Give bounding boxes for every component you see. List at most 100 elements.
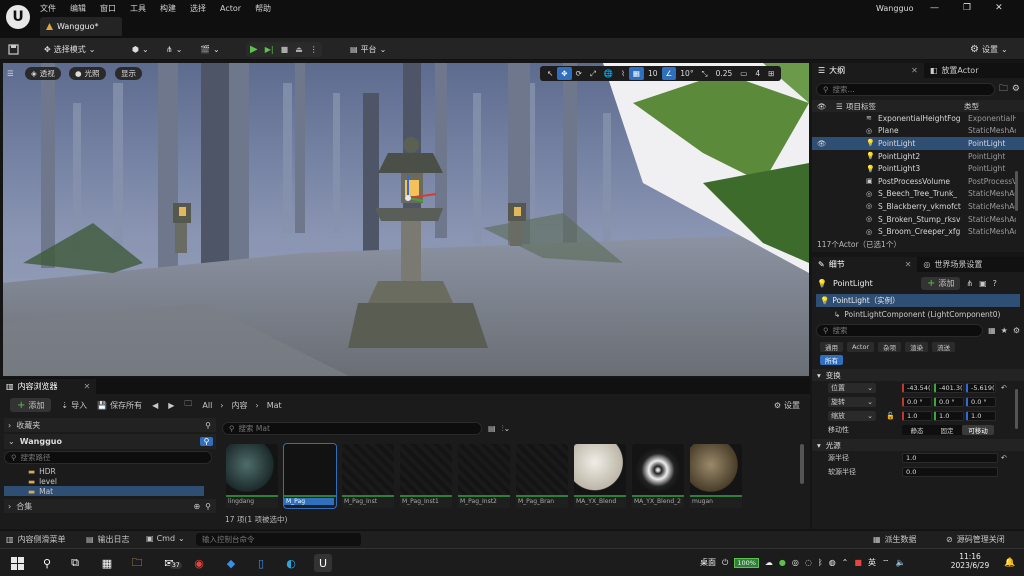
camera-speed-value[interactable]: 4	[751, 67, 764, 80]
grid-snap-icon[interactable]: ▦	[628, 67, 644, 80]
menu-edit[interactable]: 编辑	[70, 3, 86, 14]
outliner-row[interactable]: ◎ S_Beech_Tree_Trunk_ StaticMeshActor	[812, 188, 1024, 201]
collections-section[interactable]: › 合集 ⊕ ⚲	[4, 499, 216, 513]
rotation-x-input[interactable]: 0.0 °	[902, 397, 932, 407]
camera-speed-icon[interactable]: ▭	[736, 67, 751, 80]
volume-icon[interactable]: 🔈	[895, 558, 905, 567]
outliner-row[interactable]: ▣ PostProcessVolume PostProcessVolume	[812, 175, 1024, 188]
plus-circle-icon[interactable]: ⊕	[193, 502, 200, 511]
tab-details[interactable]: ✎ 细节 ✕	[812, 257, 918, 272]
add-button[interactable]: + 添加	[10, 398, 52, 412]
asset-thumbnail[interactable]: M_Pag_Bran	[516, 444, 568, 508]
menu-window[interactable]: 窗口	[100, 3, 116, 14]
wechat-icon[interactable]: ●	[779, 558, 786, 567]
settings-icon[interactable]: ⚙	[1013, 326, 1020, 335]
cloud-icon[interactable]: ☁	[765, 558, 773, 567]
folder-icon[interactable]: 🗀	[184, 398, 192, 412]
folder-add-icon[interactable]: 🗀	[999, 81, 1008, 97]
visibility-eye-icon[interactable]: 👁	[817, 139, 827, 148]
app-icon[interactable]: ◆	[222, 554, 240, 572]
menu-file[interactable]: 文件	[40, 3, 56, 14]
blueprint-button[interactable]: ⋔ ⌄	[166, 42, 182, 57]
location-y-input[interactable]: -401.3(	[934, 383, 964, 393]
breadcrumb-content[interactable]: 内容	[232, 400, 248, 411]
save-search-icon[interactable]: ▤	[488, 424, 496, 433]
asset-thumbnail[interactable]: lingdang	[226, 444, 278, 508]
bluetooth-icon[interactable]: ᛒ	[818, 558, 823, 567]
output-log-button[interactable]: ▤ 输出日志	[86, 534, 130, 545]
close-icon[interactable]: ✕	[911, 66, 918, 75]
outliner-row[interactable]: ≋ ExponentialHeightFog ExponentialHeightFo…	[812, 112, 1024, 125]
windows-start-icon[interactable]	[8, 554, 26, 572]
eject-icon[interactable]: ⏏	[295, 45, 303, 54]
menu-tools[interactable]: 工具	[130, 3, 146, 14]
task-view-icon[interactable]: ⧉	[66, 554, 84, 572]
play-icon[interactable]: ▶	[250, 44, 258, 55]
save-all-button[interactable]: 💾 保存所有	[97, 400, 142, 411]
save-icon[interactable]	[8, 42, 19, 57]
category-streaming[interactable]: 流送	[932, 342, 956, 352]
help-icon[interactable]: ?	[993, 279, 997, 288]
project-section[interactable]: ⌄ Wangguo ⚲	[4, 434, 216, 449]
details-scrollbar[interactable]	[1015, 389, 1018, 429]
tab-content-browser[interactable]: ▥ 内容浏览器 ✕	[0, 378, 97, 394]
visibility-column-icon[interactable]: 👁	[817, 102, 827, 111]
scale-snap-value[interactable]: 0.25	[712, 67, 737, 80]
soft-radius-input[interactable]: 0.0	[902, 467, 998, 477]
folder-level[interactable]: ▬ level	[4, 476, 216, 486]
grid-snap-value[interactable]: 10	[644, 67, 662, 80]
tab-world-settings[interactable]: ◎ 世界场景设置	[917, 257, 988, 272]
asset-scrollbar[interactable]	[800, 444, 804, 484]
category-all[interactable]: 所有	[820, 355, 843, 365]
asset-thumbnail[interactable]: M_Pag_Inst1	[400, 444, 452, 508]
tab-outliner[interactable]: ☰ 大纲 ✕	[812, 63, 924, 78]
close-icon[interactable]: ✕	[84, 382, 91, 391]
cb-settings-button[interactable]: ⚙ 设置	[774, 400, 800, 411]
viewport-menu-icon[interactable]: ☰	[7, 67, 14, 80]
outliner-row[interactable]: ◎ Plane StaticMeshActor	[812, 125, 1024, 138]
scale-z-input[interactable]: 1.0	[966, 411, 996, 421]
scale-dropdown[interactable]: 缩放 ⌄	[828, 411, 876, 421]
console-command-input[interactable]: 输入控制台命令	[196, 533, 361, 546]
surface-snap-icon[interactable]: ⌇	[617, 67, 629, 80]
search-icon[interactable]: ⚲	[205, 502, 211, 511]
forward-icon[interactable]: ▶	[168, 401, 174, 410]
category-general[interactable]: 通用	[820, 342, 843, 352]
cmd-dropdown[interactable]: ▣ Cmd ⌄	[146, 534, 185, 543]
outliner-scrollbar[interactable]	[1015, 171, 1018, 211]
battery-level[interactable]: 100%	[734, 557, 759, 568]
perspective-button[interactable]: ◈ 透视	[25, 67, 61, 80]
asset-thumbnail[interactable]: M_Pag	[283, 443, 337, 509]
outliner-row[interactable]: 👁 💡 PointLight PointLight	[812, 137, 1024, 150]
menu-help[interactable]: 帮助	[255, 3, 271, 14]
minimize-icon[interactable]: —	[930, 3, 939, 13]
scale-snap-icon[interactable]: ⤡	[698, 67, 712, 80]
chevron-up-icon[interactable]: ⌃	[842, 558, 849, 567]
lock-icon[interactable]: 🔓	[886, 412, 895, 420]
search-icon[interactable]: ⚲	[200, 437, 213, 446]
show-button[interactable]: 显示	[115, 67, 142, 80]
lit-button[interactable]: ● 光照	[69, 67, 106, 80]
star-icon[interactable]: ★	[1001, 326, 1008, 335]
world-icon[interactable]: 🌐	[600, 67, 617, 80]
platform-button[interactable]: ▤ 平台 ⌄	[350, 42, 386, 57]
rotation-snap-value[interactable]: 10°	[676, 67, 697, 80]
outliner-search-input[interactable]: ⚲ 搜索...	[816, 82, 995, 96]
select-mode-button[interactable]: ✥ 选择模式 ⌄	[44, 42, 95, 57]
clock[interactable]: 11:16 2023/6/29	[946, 552, 994, 570]
ime-icon[interactable]: 英	[868, 557, 876, 568]
asset-thumbnail[interactable]: M_Pag_Inst	[342, 444, 394, 508]
cinematics-button[interactable]: 🎬 ⌄	[200, 42, 220, 57]
move-icon[interactable]: ✥	[557, 67, 572, 80]
select-icon[interactable]: ↖	[543, 67, 557, 80]
back-icon[interactable]: ◀	[152, 401, 158, 410]
rotation-dropdown[interactable]: 旋转 ⌄	[828, 397, 876, 407]
menu-select[interactable]: 选择	[190, 3, 206, 14]
grid-view-icon[interactable]: ▦	[988, 326, 996, 335]
mobility-movable[interactable]: 可移动	[962, 425, 994, 435]
source-radius-input[interactable]: 1.0	[902, 453, 998, 463]
asset-thumbnail[interactable]: M_Pag_Inst2	[458, 444, 510, 508]
outliner-row[interactable]: ◎ S_Broken_Stump_rksv StaticMeshActor	[812, 213, 1024, 226]
close-icon[interactable]: ✕	[995, 3, 1003, 13]
content-drawer-button[interactable]: ▥ 内容侧滑菜单	[6, 534, 66, 545]
